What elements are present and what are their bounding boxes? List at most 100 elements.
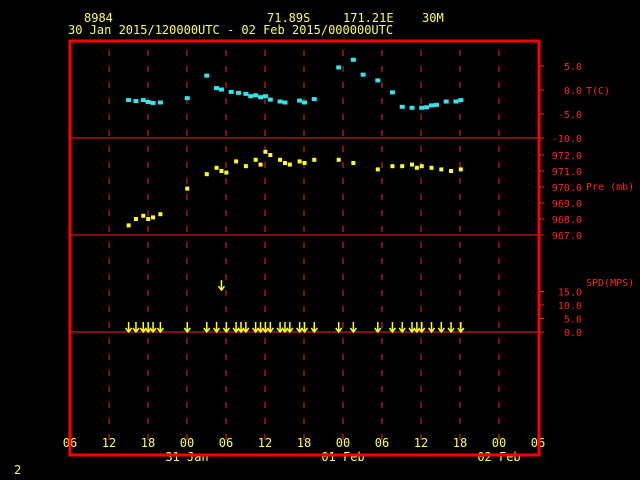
wind-arrow (125, 322, 133, 334)
pressure-point (263, 149, 268, 154)
temperature-point (277, 99, 283, 104)
y-tick-label: 0.0 (564, 86, 582, 97)
pressure-point (141, 213, 146, 218)
pressure-point (449, 169, 454, 173)
pressure-point (219, 169, 224, 173)
pressure-point (414, 165, 419, 170)
temperature-point (375, 78, 381, 83)
wind-arrow (266, 322, 274, 334)
y-tick-label: 5.0 (564, 62, 582, 73)
wind-arrow (261, 322, 270, 334)
temperature-point (262, 94, 268, 99)
temperature-point (126, 98, 132, 103)
x-tick-label: 18 (141, 436, 155, 450)
wind-arrow (242, 322, 250, 334)
wind-arrow (335, 322, 343, 334)
wind-arrow (413, 322, 421, 334)
pressure-point (214, 165, 219, 170)
temperature-point (243, 91, 249, 96)
x-tick-label: 12 (258, 436, 272, 450)
temperature-point (311, 97, 317, 102)
temperature-point (350, 57, 356, 62)
temperature-point (389, 90, 395, 95)
pressure-point (158, 212, 163, 217)
wind-arrow (237, 322, 245, 334)
pressure-point (439, 167, 444, 172)
data-marks-layer (125, 57, 465, 334)
wind-arrow (183, 322, 191, 334)
wind-arrow (418, 322, 426, 334)
pressure-point (458, 167, 463, 172)
pressure-point (185, 186, 190, 191)
grid-layer (70, 50, 544, 450)
temperature-point (419, 105, 425, 110)
wind-arrow (398, 322, 406, 334)
temperature-point (204, 73, 210, 78)
pressure-point (204, 172, 209, 177)
temperature-point (214, 86, 220, 91)
pressure-point (400, 164, 405, 169)
pressure-point (268, 153, 273, 157)
wind-arrow (156, 322, 164, 334)
y-tick-label: -5.0 (558, 110, 582, 121)
temperature-point (429, 103, 435, 108)
wind-arrow (310, 322, 318, 334)
pressure-point (126, 223, 131, 228)
pressure-point (375, 167, 380, 172)
y-tick-label: 15.0 (558, 288, 582, 299)
y-tick-label: -10.0 (552, 134, 582, 145)
y-tick-label: 971.0 (552, 167, 582, 178)
wind-arrow (149, 322, 157, 334)
y-tick-label: 10.0 (558, 301, 582, 312)
y-axis-label: T(C) (586, 86, 610, 97)
pressure-point (429, 165, 434, 170)
pressure-point (282, 161, 287, 165)
x-tick-label: 06 (375, 436, 389, 450)
temperature-point (150, 100, 156, 105)
temperature-point (443, 99, 449, 104)
pressure-point (243, 164, 248, 169)
pressure-point (351, 161, 356, 165)
wind-arrow (256, 322, 265, 334)
wind-arrow (232, 322, 240, 334)
temperature-point (399, 104, 405, 109)
y-tick-label: 0.0 (564, 328, 582, 339)
x-tick-label: 06 (219, 436, 233, 450)
wind-arrow (139, 322, 147, 334)
pressure-point (312, 157, 317, 162)
pressure-point (278, 157, 283, 162)
x-tick-label: 00 (492, 436, 506, 450)
wind-arrow (300, 322, 309, 334)
pressure-point (336, 157, 341, 162)
wind-arrow (388, 322, 397, 334)
temperature-point (140, 98, 146, 103)
pressure-point (419, 164, 424, 169)
y-tick-label: 5.0 (564, 315, 582, 326)
x-day-label: 02 Feb (477, 450, 520, 464)
temperature-point (157, 100, 163, 105)
pressure-point (224, 170, 229, 175)
wind-arrow (132, 322, 140, 334)
meteogram-chart: 5.0 0.0 -5.0 -10.0 T(C) 972.0 971.0 970.0 969.0 9… (63, 39, 634, 464)
x-tick-label: 00 (180, 436, 194, 450)
x-tick-label: 18 (297, 436, 311, 450)
y-tick-label: 970.0 (552, 183, 582, 194)
wind-arrow (212, 322, 221, 334)
temperature-point (253, 93, 259, 98)
y-axis-label: SPD(MPS) (586, 278, 634, 289)
temperature-point (133, 99, 139, 104)
temperature-point (248, 94, 254, 99)
temperature-point (360, 72, 366, 77)
pressure-point (409, 162, 414, 167)
temperature-point (297, 98, 303, 103)
wind-arrow (222, 322, 230, 334)
temperature-point (267, 97, 273, 102)
pressure-point (302, 161, 307, 165)
pressure-point (253, 157, 258, 162)
wind-arrow (203, 322, 211, 334)
y-tick-label: 972.0 (552, 151, 582, 162)
temperature-point (228, 89, 234, 94)
temperature-point (424, 105, 430, 110)
pressure-point (390, 164, 395, 169)
temperature-point (282, 100, 288, 105)
